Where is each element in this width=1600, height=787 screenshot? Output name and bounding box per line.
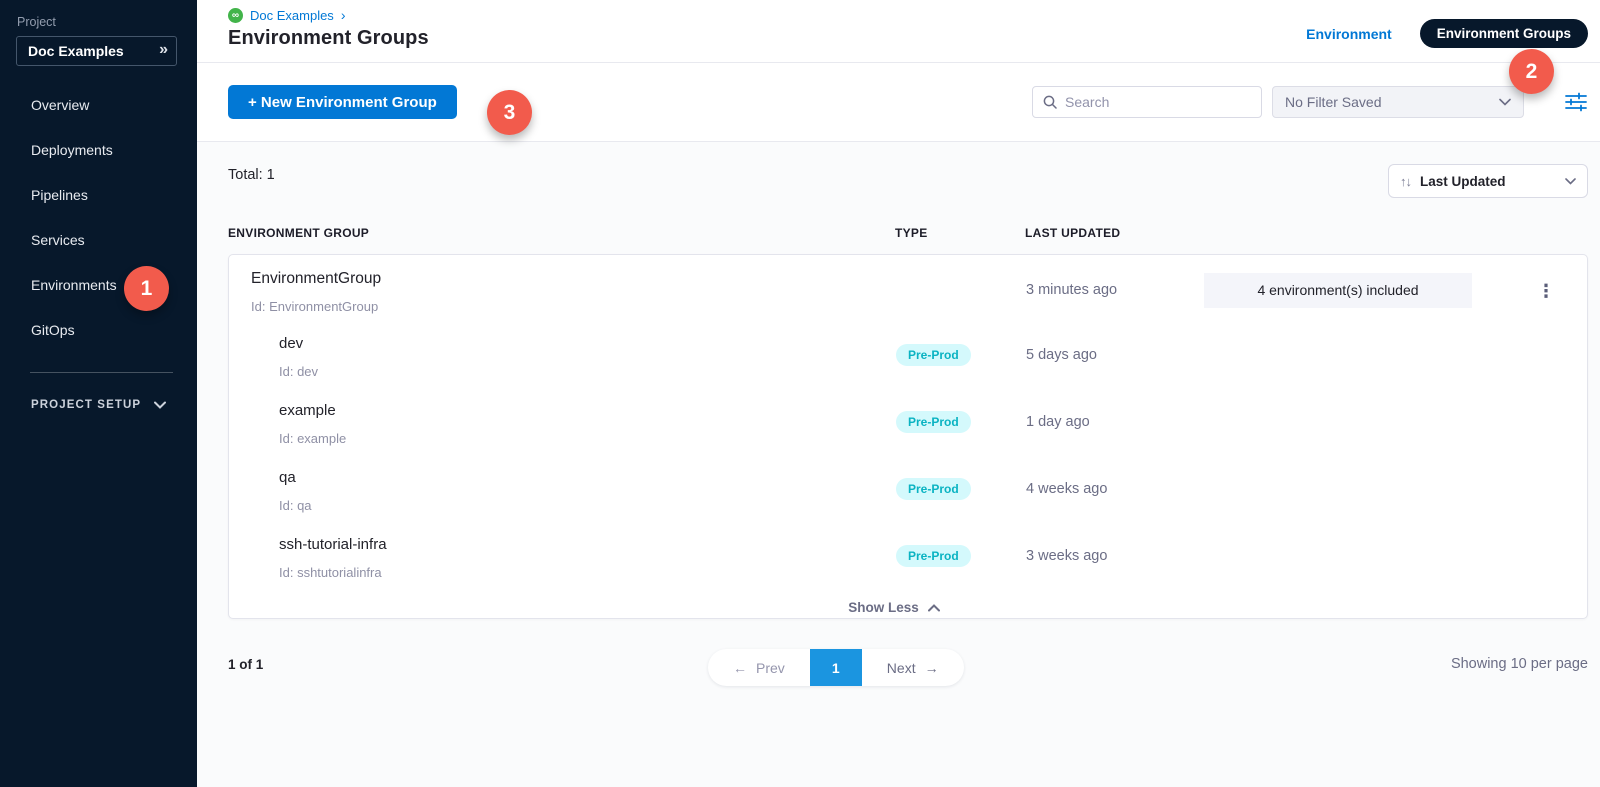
harness-cd-module-icon: ∞ [228,8,243,23]
environment-id: Id: sshtutorialinfra [279,565,382,580]
column-environment-group: ENVIRONMENT GROUP [228,226,369,240]
double-chevron-icon: » [159,41,165,59]
sidebar-item-gitops[interactable]: GitOps [0,307,197,352]
sidebar-item-label: Services [31,232,85,248]
main-area: ∞ Doc Examples › Environment Groups Envi… [197,0,1600,787]
environment-type-badge: Pre-Prod [896,545,971,567]
search-box[interactable] [1032,86,1262,118]
search-input[interactable] [1065,94,1251,110]
sidebar-nav: Overview Deployments Pipelines Services … [0,82,197,352]
annotation-badge-3: 3 [487,90,532,135]
column-last-updated: LAST UPDATED [1025,226,1120,240]
environment-row[interactable]: example Id: example Pre-Prod 1 day ago [229,394,1587,461]
environment-last-updated: 4 weeks ago [1026,481,1107,497]
sidebar-item-label: Overview [31,97,89,113]
sidebar-item-services[interactable]: Services [0,217,197,262]
app-root: Project Doc Examples » Overview Deployme… [0,0,1600,787]
header-tabs: Environment Environment Groups [1306,19,1588,48]
breadcrumb-project-link[interactable]: Doc Examples [250,8,334,23]
next-label: Next [887,660,916,676]
new-environment-group-button[interactable]: + New Environment Group [228,85,457,119]
environment-row[interactable]: dev Id: dev Pre-Prod 5 days ago [229,327,1587,394]
environment-id: Id: dev [279,364,318,379]
project-label: Project [17,15,197,29]
sidebar-item-label: Environments [31,277,117,293]
tab-environment-groups[interactable]: Environment Groups [1420,19,1588,48]
project-setup-toggle[interactable]: PROJECT SETUP [31,399,197,411]
filter-settings-button[interactable] [1564,90,1588,114]
saved-filter-value: No Filter Saved [1285,94,1381,110]
project-setup-label: PROJECT SETUP [31,399,141,411]
environment-name: ssh-tutorial-infra [279,536,387,553]
environment-type-badge: Pre-Prod [896,411,971,433]
content-area: Total: 1 ↑↓ Last Updated ENVIRONMENT GRO… [197,142,1600,787]
sidebar-divider [30,372,173,373]
chevron-down-icon [1565,178,1576,185]
environment-last-updated: 3 weeks ago [1026,548,1107,564]
annotation-badge-2: 2 [1509,49,1554,94]
sidebar-item-deployments[interactable]: Deployments [0,127,197,172]
show-less-toggle[interactable]: Show Less [215,595,1573,620]
sort-arrows-icon: ↑↓ [1400,174,1411,189]
table-header-row: ENVIRONMENT GROUP TYPE LAST UPDATED [228,226,1588,248]
current-page-button[interactable]: 1 [810,649,862,686]
environment-last-updated: 5 days ago [1026,347,1097,363]
toolbar: + New Environment Group No Filter Saved [197,63,1600,142]
filter-sliders-icon [1565,92,1587,112]
chevron-up-icon [928,604,940,612]
sort-dropdown[interactable]: ↑↓ Last Updated [1388,164,1588,198]
environment-name: dev [279,335,303,352]
pager: ← Prev 1 Next → [708,649,964,686]
list-topbar: Total: 1 ↑↓ Last Updated [228,142,1588,200]
environments-included-button[interactable]: 4 environment(s) included [1204,273,1472,308]
chevron-down-icon [1499,98,1511,106]
group-name: EnvironmentGroup [251,270,381,288]
project-name: Doc Examples [28,43,124,59]
show-less-label: Show Less [848,600,919,615]
environment-id: Id: example [279,431,346,446]
project-selector[interactable]: Doc Examples » [16,36,177,66]
arrow-left-icon: ← [733,660,747,676]
environment-group-card: EnvironmentGroup Id: EnvironmentGroup 3 … [228,254,1588,619]
prev-page-button[interactable]: ← Prev [708,649,810,686]
group-id: Id: EnvironmentGroup [251,299,378,314]
arrow-right-icon: → [925,660,939,676]
page-header: ∞ Doc Examples › Environment Groups Envi… [197,0,1600,63]
saved-filter-dropdown[interactable]: No Filter Saved [1272,86,1524,118]
next-page-button[interactable]: Next → [862,649,964,686]
environment-rows: dev Id: dev Pre-Prod 5 days ago example … [229,327,1587,595]
search-icon [1043,95,1057,109]
total-count: Total: 1 [228,167,275,183]
environment-last-updated: 1 day ago [1026,414,1090,430]
environment-id: Id: qa [279,498,312,513]
sort-value: Last Updated [1420,174,1506,189]
row-menu-button[interactable]: ⋮ [1531,278,1561,304]
annotation-badge-1: 1 [124,266,169,311]
environment-type-badge: Pre-Prod [896,344,971,366]
pagination-bar: 1 of 1 ← Prev 1 Next → Showing 10 per pa… [228,619,1588,709]
sidebar-item-label: Pipelines [31,187,88,203]
sidebar-item-overview[interactable]: Overview [0,82,197,127]
breadcrumb-separator: › [341,7,346,23]
per-page-info: Showing 10 per page [1451,656,1588,672]
environment-type-badge: Pre-Prod [896,478,971,500]
environment-name: example [279,402,336,419]
chevron-down-icon [154,401,166,409]
column-type: TYPE [895,226,928,240]
environment-name: qa [279,469,296,486]
environment-row[interactable]: qa Id: qa Pre-Prod 4 weeks ago [229,461,1587,528]
tab-environment[interactable]: Environment [1306,26,1392,42]
sidebar-item-label: GitOps [31,322,75,338]
prev-label: Prev [756,660,785,676]
sidebar-item-pipelines[interactable]: Pipelines [0,172,197,217]
environment-row[interactable]: ssh-tutorial-infra Id: sshtutorialinfra … [229,528,1587,595]
page-info: 1 of 1 [228,657,263,672]
project-sidebar: Project Doc Examples » Overview Deployme… [0,0,197,787]
environment-group-row[interactable]: EnvironmentGroup Id: EnvironmentGroup 3 … [229,255,1587,327]
sidebar-item-label: Deployments [31,142,113,158]
group-last-updated: 3 minutes ago [1026,282,1117,298]
